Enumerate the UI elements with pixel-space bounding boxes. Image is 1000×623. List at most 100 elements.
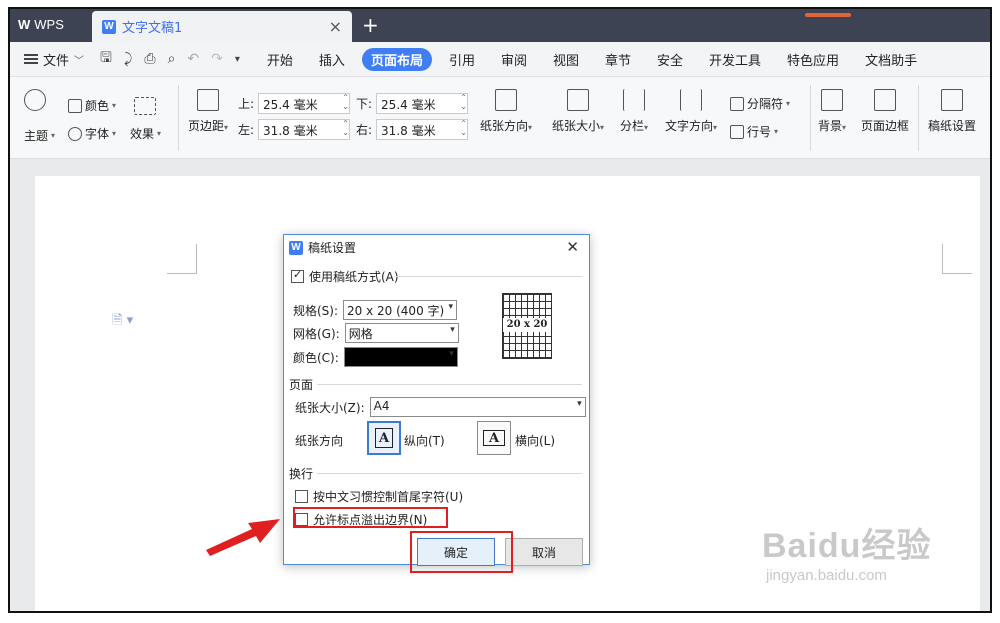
dropdown-arrow-icon: ▾: [786, 99, 791, 108]
tab-5[interactable]: 视图: [544, 48, 588, 71]
baidu-watermark: Baidu经验 jingyan.baidu.com: [762, 518, 931, 584]
tab-8[interactable]: 开发工具: [700, 48, 770, 71]
color-select[interactable]: [343, 347, 458, 367]
left-margin-label: 左:: [238, 123, 255, 137]
bottom-margin-field[interactable]: 下: 25.4 毫米: [356, 93, 469, 114]
format-painter-icon[interactable]: ⤸: [124, 51, 132, 67]
portrait-label[interactable]: 纵向(T): [404, 432, 445, 449]
close-tab-icon[interactable]: ×: [329, 17, 342, 36]
wrap-section-title: 换行: [289, 465, 318, 482]
menu-bar: 文件 ﹀ 🖫 ⤸ ⎙ ⌕ ↶ ↷ ▾ 开始 插入 页面布局 引用 审阅 视图 章节 安全 开发工…: [10, 42, 990, 77]
left-margin-input[interactable]: 31.8 毫米: [258, 119, 351, 140]
landscape-option[interactable]: A: [477, 421, 511, 455]
print-preview-icon[interactable]: ⌕: [168, 51, 176, 67]
paper-size-label: 纸张大小: [551, 119, 600, 133]
use-manuscript-option[interactable]: 使用稿纸方式(A): [291, 268, 399, 285]
close-icon[interactable]: ✕: [566, 238, 579, 256]
tab-6[interactable]: 章节: [596, 48, 640, 71]
dialog-title: 稿纸设置: [308, 241, 357, 255]
tab-1[interactable]: 插入: [310, 48, 354, 71]
section-divider: [289, 473, 582, 474]
background-icon: [821, 89, 843, 111]
document-tab-title: 文字文稿1: [122, 21, 183, 36]
background-button[interactable]: 背景▾: [812, 89, 852, 134]
tab-3[interactable]: 引用: [440, 48, 484, 71]
line-number-button[interactable]: 行号 ▾: [730, 123, 778, 140]
paper-size-select[interactable]: A4: [369, 397, 586, 417]
print-icon[interactable]: ⎙: [144, 51, 155, 67]
cancel-button[interactable]: 取消: [505, 538, 583, 566]
paper-size-row: 纸张大小(Z): A4: [295, 397, 586, 417]
chinese-rule-checkbox[interactable]: [295, 490, 308, 503]
bottom-margin-input[interactable]: 25.4 毫米: [376, 93, 469, 114]
document-icon: W: [102, 19, 116, 34]
watermark-title: Baidu经验: [762, 527, 932, 565]
color-label: 颜色: [85, 99, 110, 113]
grid-select[interactable]: 网格: [344, 323, 459, 343]
portrait-option[interactable]: A: [367, 421, 401, 455]
color-button[interactable]: 颜色 ▾: [68, 97, 116, 114]
margin-corner-marker: [942, 244, 972, 274]
font-button[interactable]: 字体 ▾: [68, 125, 116, 142]
right-margin-field[interactable]: 右: 31.8 毫米: [356, 119, 469, 140]
effect-button[interactable]: 效果 ▾: [130, 125, 161, 142]
wps-home-tab[interactable]: W WPS: [18, 17, 64, 32]
margins-button[interactable]: 页边距▾: [182, 89, 234, 134]
use-manuscript-checkbox[interactable]: [291, 268, 304, 283]
manuscript-grid-icon: [941, 89, 963, 111]
theme-label-button[interactable]: 主题 ▾: [24, 127, 55, 144]
document-tab[interactable]: W 文字文稿1 ×: [92, 11, 352, 42]
customize-icon[interactable]: ▾: [235, 54, 240, 65]
tab-0[interactable]: 开始: [258, 48, 302, 71]
hamburger-icon: [24, 54, 38, 64]
dropdown-arrow-icon: ▾: [112, 129, 117, 138]
columns-button[interactable]: 分栏▾: [614, 89, 654, 134]
use-manuscript-label: 使用稿纸方式(A): [309, 270, 399, 284]
save-icon[interactable]: 🖫: [100, 47, 112, 71]
tab-4[interactable]: 审阅: [492, 48, 536, 71]
tab-2[interactable]: 页面布局: [361, 47, 432, 71]
left-margin-field[interactable]: 左: 31.8 毫米: [238, 119, 351, 140]
color-label: 颜色(C):: [293, 350, 339, 365]
portrait-icon: A: [375, 428, 393, 448]
landscape-label[interactable]: 横向(L): [515, 432, 555, 449]
page-section-title: 页面: [289, 376, 318, 393]
highlight-box: [410, 531, 513, 573]
wps-logo-icon: W: [18, 17, 30, 32]
bottom-margin-label: 下:: [356, 97, 373, 111]
grid-label: 网格(G):: [293, 326, 340, 341]
text-direction-icon: [680, 89, 702, 111]
top-margin-input[interactable]: 25.4 毫米: [258, 93, 351, 114]
redo-icon[interactable]: ↷: [211, 51, 223, 67]
separator-button[interactable]: 分隔符 ▾: [730, 95, 790, 112]
paste-options-icon[interactable]: 🗎 ▾: [112, 311, 133, 333]
chinese-rule-option[interactable]: 按中文习惯控制首尾字符(U): [295, 488, 463, 505]
dropdown-arrow-icon: ▾: [51, 131, 56, 140]
effect-icon-button[interactable]: [134, 97, 156, 115]
top-margin-field[interactable]: 上: 25.4 毫米: [238, 93, 351, 114]
manuscript-settings-button[interactable]: 稿纸设置: [922, 89, 982, 134]
chevron-down-icon: ﹀: [74, 55, 85, 67]
right-margin-input[interactable]: 31.8 毫米: [376, 119, 469, 140]
file-menu[interactable]: 文件 ﹀: [24, 50, 84, 69]
undo-icon[interactable]: ↶: [187, 51, 199, 67]
page-border-button[interactable]: 页面边框: [856, 89, 914, 134]
ribbon-divider: [810, 85, 811, 151]
theme-button[interactable]: [24, 89, 46, 111]
spec-select[interactable]: 20 x 20 (400 字): [343, 300, 458, 320]
dialog-title-bar: W 稿纸设置: [284, 235, 589, 260]
dropdown-arrow-icon: ▾: [644, 123, 649, 132]
dropdown-arrow-icon: ▾: [600, 123, 605, 132]
columns-label: 分栏: [619, 119, 644, 133]
paper-size-button[interactable]: 纸张大小▾: [544, 89, 612, 134]
dropdown-arrow-icon: ▾: [528, 123, 533, 132]
orientation-button[interactable]: 纸张方向▾: [472, 89, 540, 134]
tab-9[interactable]: 特色应用: [778, 48, 848, 71]
file-menu-label: 文件: [43, 53, 70, 69]
tab-7[interactable]: 安全: [648, 48, 692, 71]
palette-icon: [24, 89, 46, 111]
new-tab-button[interactable]: +: [362, 13, 379, 37]
margins-icon: [197, 89, 219, 111]
tab-10[interactable]: 文档助手: [856, 48, 926, 71]
text-direction-button[interactable]: 文字方向▾: [658, 89, 724, 134]
